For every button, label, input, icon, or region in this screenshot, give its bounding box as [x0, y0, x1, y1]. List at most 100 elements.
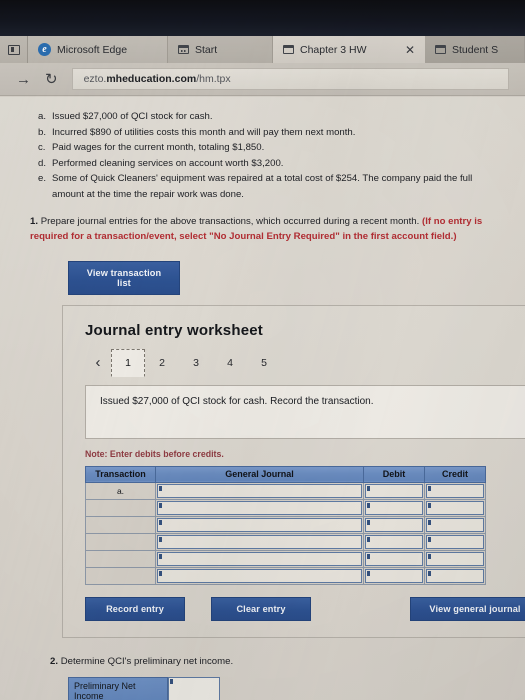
credit-input[interactable] [426, 500, 484, 515]
browser-address-bar: → ↻ ezto. mheducation.com/hm.tpx [0, 63, 525, 96]
view-general-journal-button[interactable]: View general journal [410, 596, 525, 621]
debit-input[interactable] [365, 551, 423, 566]
cell-credit[interactable] [424, 515, 486, 534]
forward-icon[interactable]: → [16, 72, 31, 87]
preliminary-net-income-input[interactable] [168, 676, 220, 700]
requirement-1-text: Prepare journal entries for the above tr… [40, 216, 420, 228]
cell-credit[interactable] [424, 481, 486, 500]
tab-chapter-3-hw-label: Chapter 3 HW [300, 43, 367, 56]
tab-chapter-3-hw[interactable]: Chapter 3 HW ✕ [273, 36, 425, 63]
cell-transaction [85, 566, 156, 585]
requirement-1: 1. Prepare journal entries for the above… [30, 214, 505, 244]
edge-logo-icon: e [38, 43, 51, 56]
general-journal-select[interactable] [157, 551, 362, 566]
tab-student-s[interactable]: Student S [425, 36, 525, 63]
url-domain: mheducation.com [106, 73, 197, 85]
url-prefix: ezto. [83, 73, 107, 85]
cell-credit[interactable] [424, 532, 486, 551]
column-header-credit: Credit [424, 465, 486, 483]
cell-credit[interactable] [424, 566, 486, 585]
general-journal-select[interactable] [157, 483, 362, 498]
cell-credit[interactable] [424, 498, 486, 517]
tab-panel-toggle-button[interactable] [0, 36, 28, 63]
credit-input[interactable] [426, 517, 484, 532]
journal-entry-worksheet-panel: Journal entry worksheet ‹ 1 2 3 4 5 › Is… [62, 304, 525, 638]
worksheet-page-5[interactable]: 5 [247, 350, 281, 376]
worksheet-title: Journal entry worksheet [85, 321, 263, 339]
cell-debit[interactable] [363, 566, 425, 585]
cell-debit[interactable] [363, 532, 425, 551]
requirement-2-number: 2. [50, 655, 59, 667]
cell-debit[interactable] [363, 498, 425, 517]
worksheet-page-4[interactable]: 4 [213, 350, 247, 376]
cell-transaction [85, 549, 156, 568]
list-item: c. Paid wages for the current month, tot… [38, 140, 505, 156]
table-row [85, 566, 486, 585]
list-item: a. Issued $27,000 of QCI stock for cash. [38, 109, 505, 125]
transaction-text: Incurred $890 of utilities costs this mo… [52, 126, 356, 138]
cell-transaction: a. [85, 481, 156, 500]
transaction-letter: c. [38, 142, 46, 154]
tab-start-label: Start [195, 43, 218, 56]
debit-input[interactable] [365, 483, 423, 498]
general-journal-select[interactable] [157, 568, 362, 583]
cell-general-journal[interactable] [155, 532, 364, 551]
cell-general-journal[interactable] [155, 481, 364, 500]
debit-input[interactable] [365, 568, 423, 583]
cell-general-journal[interactable] [155, 498, 364, 517]
worksheet-page-2[interactable]: 2 [145, 350, 179, 376]
worksheet-pager: ‹ 1 2 3 4 5 › [85, 348, 525, 377]
debit-input[interactable] [365, 517, 423, 532]
table-row [85, 549, 486, 568]
credit-input[interactable] [426, 568, 484, 583]
table-row: a. [85, 481, 486, 500]
worksheet-page-1[interactable]: 1 [111, 348, 145, 377]
tab-start[interactable]: Start [168, 36, 273, 63]
view-transaction-list-button[interactable]: View transaction list [68, 260, 180, 295]
cell-general-journal[interactable] [155, 566, 364, 585]
cell-credit[interactable] [424, 549, 486, 568]
url-path: /hm.tpx [196, 73, 231, 85]
list-item: e. Some of Quick Cleaners' equipment was… [38, 171, 505, 202]
list-item: d. Performed cleaning services on accoun… [38, 156, 505, 172]
cell-general-journal[interactable] [155, 515, 364, 534]
transaction-text: Some of Quick Cleaners' equipment was re… [52, 173, 473, 200]
worksheet-note: Note: Enter debits before credits. [85, 448, 224, 459]
journal-entry-table: Transaction General Journal Debit Credit… [85, 465, 486, 585]
record-entry-button[interactable]: Record entry [85, 596, 185, 621]
transaction-letter: d. [38, 157, 47, 169]
credit-input[interactable] [426, 551, 484, 566]
table-row [85, 498, 486, 517]
tab-student-s-label: Student S [452, 43, 499, 56]
requirement-1-number: 1. [30, 216, 39, 228]
general-journal-select[interactable] [157, 517, 362, 532]
cell-debit[interactable] [363, 549, 425, 568]
cell-general-journal[interactable] [155, 549, 364, 568]
panel-toggle-icon [7, 44, 20, 55]
preliminary-net-income-label: Preliminary Net Income [68, 676, 168, 700]
page-content: a. Issued $27,000 of QCI stock for cash.… [0, 97, 525, 700]
table-row [85, 515, 486, 534]
credit-input[interactable] [426, 534, 484, 549]
close-icon[interactable]: ✕ [391, 43, 415, 57]
general-journal-select[interactable] [157, 500, 362, 515]
column-header-debit: Debit [363, 465, 425, 483]
general-journal-select[interactable] [157, 534, 362, 549]
url-input[interactable]: ezto. mheducation.com/hm.tpx [71, 68, 509, 90]
debit-input[interactable] [365, 534, 423, 549]
debit-input[interactable] [365, 500, 423, 515]
column-header-transaction: Transaction [85, 465, 156, 483]
chevron-left-icon[interactable]: ‹ [85, 354, 111, 371]
cell-debit[interactable] [363, 515, 425, 534]
credit-input[interactable] [426, 483, 484, 498]
transaction-list: a. Issued $27,000 of QCI stock for cash.… [38, 109, 505, 202]
worksheet-page-3[interactable]: 3 [179, 350, 213, 376]
tab-microsoft-edge[interactable]: e Microsoft Edge [28, 36, 168, 63]
list-item: b. Incurred $890 of utilities costs this… [38, 125, 505, 141]
browser-tab-strip: e Microsoft Edge Start Chapter 3 HW ✕ St… [0, 36, 525, 63]
preliminary-net-income-row: Preliminary Net Income [68, 676, 220, 700]
refresh-icon[interactable]: ↻ [45, 72, 58, 87]
clear-entry-button[interactable]: Clear entry [211, 596, 311, 621]
cell-debit[interactable] [363, 481, 425, 500]
transaction-letter: b. [38, 126, 47, 138]
